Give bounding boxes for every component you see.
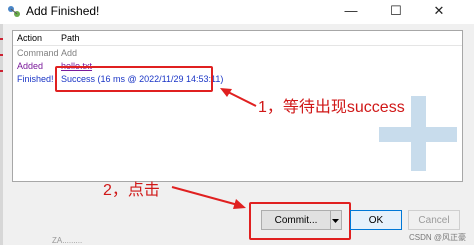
list-header: Action Path [13,31,462,46]
row-action: Finished! [17,74,54,84]
arrow-icon-step1 [220,88,257,107]
window-title: Add Finished! [26,4,100,18]
tortoisegit-app-icon [8,6,20,17]
column-header-path[interactable]: Path [61,33,80,43]
minimize-button[interactable]: — [336,0,366,24]
csdn-watermark: CSDN @风正豪 [408,233,466,242]
background-text: ZA......... [52,236,83,245]
row-path: Add [61,48,78,58]
background-marks [0,38,3,78]
column-header-action[interactable]: Action [17,33,42,43]
row-action: Command [17,48,59,58]
row-action: Added [17,61,44,71]
cancel-button[interactable]: Cancel [408,210,460,230]
arrow-icon-step2 [171,186,246,209]
commit-button[interactable]: Commit... [261,210,331,230]
annotation-step2: 2，点击 [103,182,160,199]
ok-button[interactable]: OK [350,210,402,230]
close-button[interactable]: ✕ [424,0,454,24]
plus-icon-vertical [411,96,426,171]
title-bar: Add Finished! — ☐ ✕ [0,0,474,24]
commit-dropdown-button[interactable] [331,210,342,230]
maximize-button[interactable]: ☐ [381,0,411,24]
chevron-down-icon [332,219,339,223]
list-row[interactable]: Command Add [13,46,462,59]
success-highlight-box [55,66,213,92]
annotation-step1: 1，等待出现success [258,99,405,116]
